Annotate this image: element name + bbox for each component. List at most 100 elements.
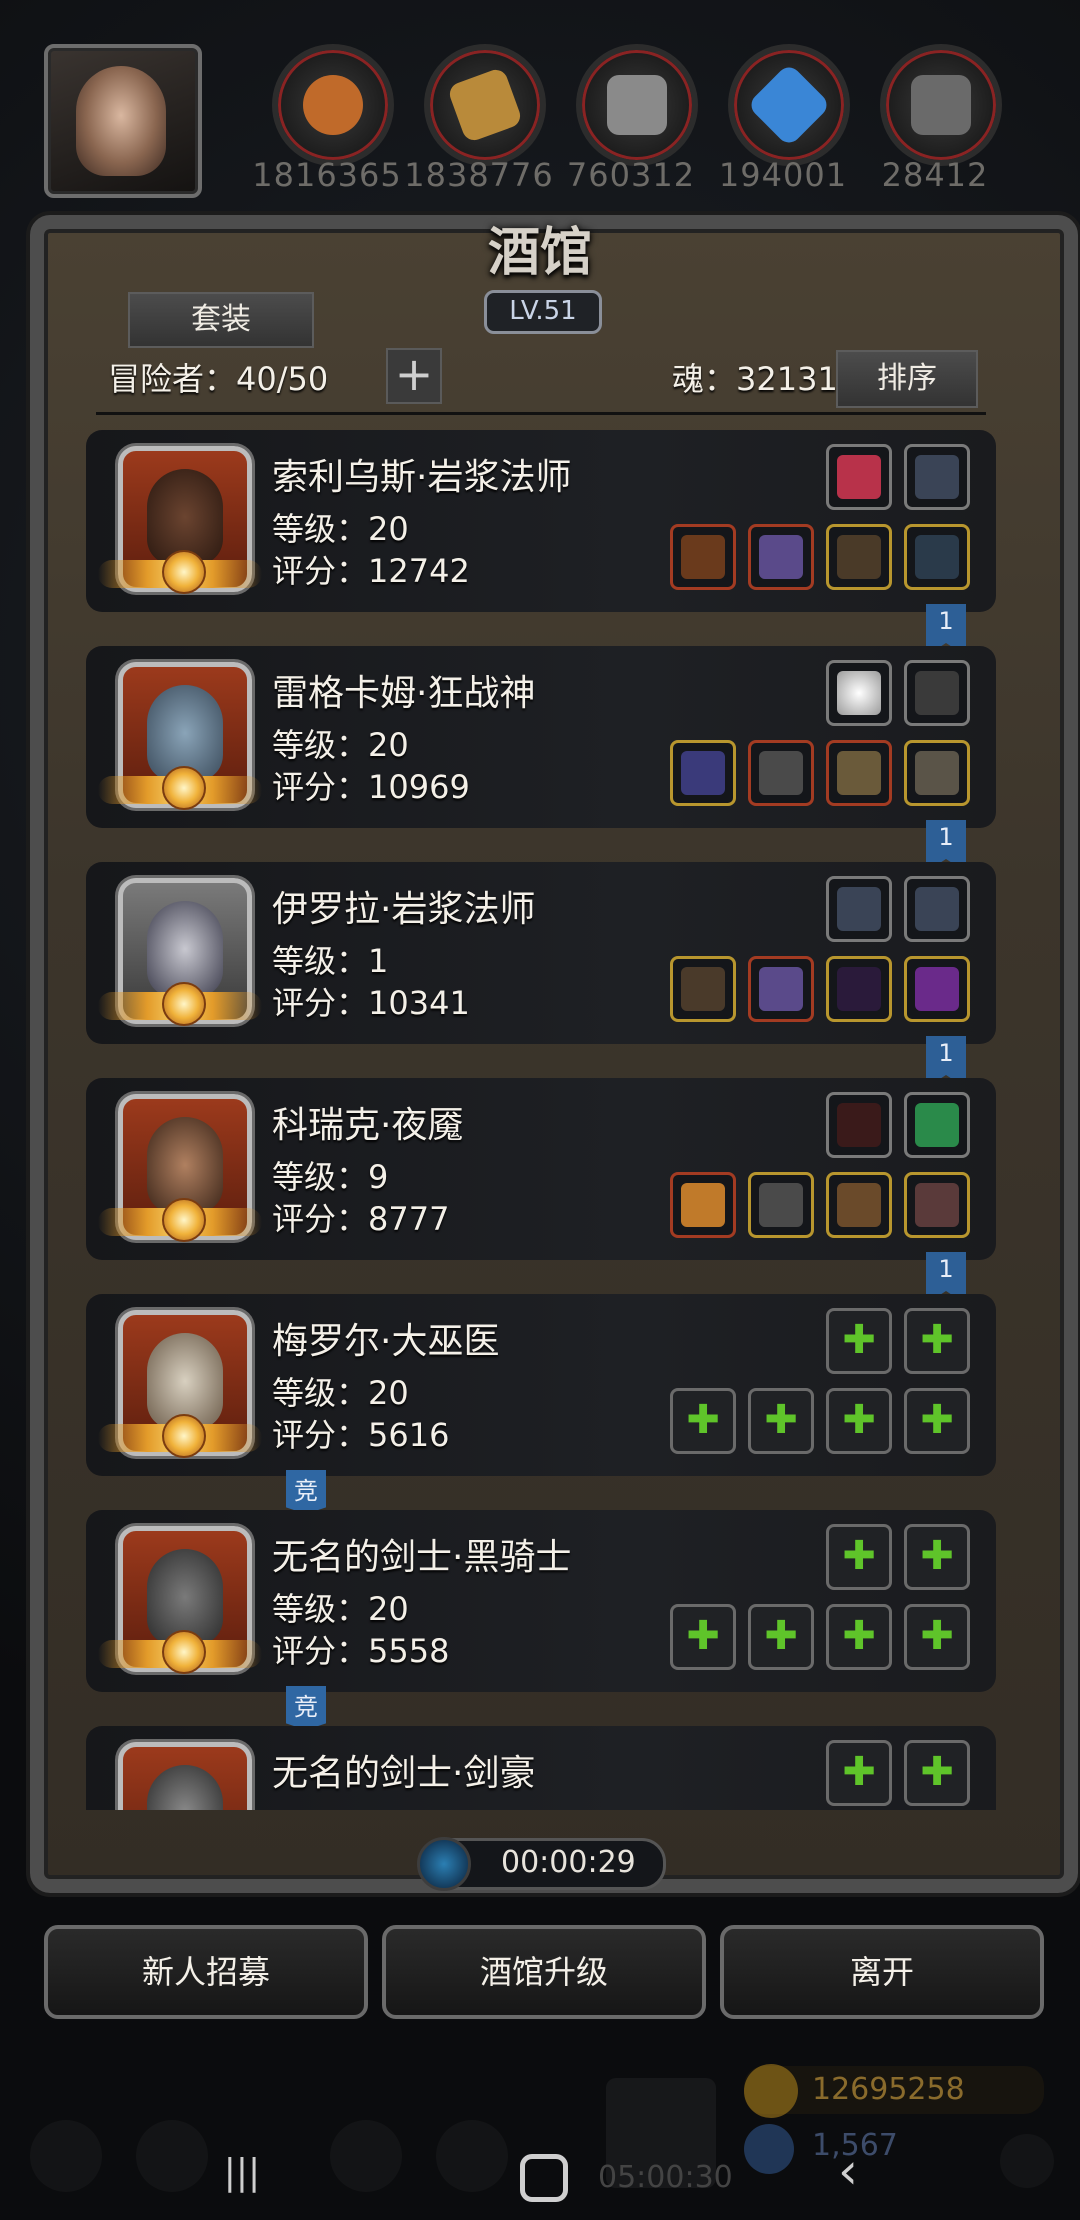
gold-coin-icon bbox=[744, 2064, 798, 2118]
gold-amount: 12695258 bbox=[812, 2072, 965, 2107]
hero-name: 科瑞克·夜魇 bbox=[272, 1105, 464, 1146]
hero-score: 评分：10969 bbox=[272, 768, 470, 806]
pearl-icon[interactable] bbox=[826, 660, 892, 726]
empty-accessory-slot[interactable]: ✚ bbox=[904, 1524, 970, 1590]
hero-level: 等级：1 bbox=[272, 942, 389, 980]
scepter-icon[interactable] bbox=[670, 956, 736, 1022]
soul-count: 魂：32131 bbox=[672, 354, 838, 400]
empty-accessory-slot[interactable]: ✚ bbox=[826, 1740, 892, 1806]
empty-gear-slot[interactable]: ✚ bbox=[904, 1604, 970, 1670]
empty-armor-slot[interactable]: ✚ bbox=[748, 1604, 814, 1670]
coral-charm-icon[interactable] bbox=[826, 444, 892, 510]
hero-level: 等级：20 bbox=[272, 1374, 409, 1412]
adventurer-label: 冒险者： bbox=[108, 360, 237, 398]
crystal-icon[interactable] bbox=[728, 44, 850, 166]
meat-icon[interactable] bbox=[272, 44, 394, 166]
leave-button[interactable]: 离开 bbox=[720, 1925, 1044, 2019]
hero-card[interactable]: 梅罗尔·大巫医 等级：20 评分：5616 ✚ ✚ ✚ ✚ ✚ ✚ bbox=[86, 1294, 996, 1476]
emerald-icon[interactable] bbox=[904, 1092, 970, 1158]
gauntlet-icon[interactable] bbox=[904, 740, 970, 806]
add-slot-button[interactable]: + bbox=[386, 348, 442, 404]
empty-gear-slot[interactable]: ✚ bbox=[826, 1388, 892, 1454]
hero-class-emblem bbox=[162, 1198, 206, 1242]
armor-icon[interactable] bbox=[748, 956, 814, 1022]
hero-name: 梅罗尔·大巫医 bbox=[272, 1321, 500, 1362]
hero-card[interactable]: 雷格卡姆·狂战神 等级：20 评分：10969 bbox=[86, 646, 996, 828]
chestplate-icon[interactable] bbox=[748, 740, 814, 806]
staff-icon[interactable] bbox=[670, 524, 736, 590]
mask-icon[interactable] bbox=[826, 1172, 892, 1238]
hero-score: 评分：5616 bbox=[272, 1416, 450, 1454]
hero-score: 评分：10341 bbox=[272, 984, 470, 1022]
wood-icon[interactable] bbox=[424, 44, 546, 166]
hero-class-emblem bbox=[162, 1630, 206, 1674]
soul-value: 32131 bbox=[736, 360, 838, 398]
hero-score: 评分：12742 bbox=[272, 552, 470, 590]
wood-value: 1838776 bbox=[404, 156, 554, 194]
hero-name: 雷格卡姆·狂战神 bbox=[272, 673, 536, 714]
crystal-value: 194001 bbox=[718, 156, 848, 194]
hero-portrait bbox=[118, 1742, 252, 1810]
adventurer-count: 冒险者：40/50 bbox=[108, 354, 328, 400]
hero-name: 伊罗拉·岩浆法师 bbox=[272, 889, 536, 930]
empty-gear-slot[interactable]: ✚ bbox=[904, 1388, 970, 1454]
axe-icon[interactable] bbox=[670, 740, 736, 806]
empty-accessory-slot[interactable]: ✚ bbox=[904, 1740, 970, 1806]
amulet-icon[interactable] bbox=[904, 660, 970, 726]
armor-icon[interactable] bbox=[748, 524, 814, 590]
cloak-icon[interactable] bbox=[826, 524, 892, 590]
robe-icon[interactable] bbox=[904, 1172, 970, 1238]
necklace-icon[interactable] bbox=[904, 444, 970, 510]
hero-class-emblem bbox=[162, 766, 206, 810]
empty-accessory-slot[interactable]: ✚ bbox=[904, 1308, 970, 1374]
hero-class-emblem bbox=[162, 1414, 206, 1458]
shield-icon[interactable] bbox=[826, 740, 892, 806]
hero-class-emblem bbox=[162, 982, 206, 1026]
player-avatar[interactable] bbox=[44, 44, 202, 198]
arena-tag: 竞 bbox=[286, 1470, 326, 1514]
necklace-icon[interactable] bbox=[904, 876, 970, 942]
ore-icon[interactable] bbox=[880, 44, 1002, 166]
hero-name: 无名的剑士·黑骑士 bbox=[272, 1537, 572, 1578]
orb-icon[interactable] bbox=[904, 956, 970, 1022]
necklace-icon[interactable] bbox=[826, 876, 892, 942]
hero-card[interactable]: 伊罗拉·岩浆法师 等级：1 评分：10341 bbox=[86, 862, 996, 1044]
empty-weapon-slot[interactable]: ✚ bbox=[670, 1604, 736, 1670]
hero-score: 评分：5558 bbox=[272, 1632, 450, 1670]
empty-armor-slot[interactable]: ✚ bbox=[748, 1388, 814, 1454]
dagger-icon[interactable] bbox=[670, 1172, 736, 1238]
sort-button[interactable]: 排序 bbox=[836, 350, 978, 408]
avatar-portrait bbox=[76, 66, 166, 176]
tavern-level-badge: LV.51 bbox=[484, 290, 602, 334]
arena-tag: 竞 bbox=[286, 1686, 326, 1730]
empty-accessory-slot[interactable]: ✚ bbox=[826, 1524, 892, 1590]
hero-level: 等级：20 bbox=[272, 510, 409, 548]
helmet-icon[interactable] bbox=[748, 1172, 814, 1238]
tome-icon[interactable] bbox=[904, 524, 970, 590]
header-divider bbox=[96, 412, 986, 415]
recent-apps-icon[interactable]: ||| bbox=[222, 2155, 262, 2191]
back-icon[interactable]: ‹ bbox=[828, 2146, 868, 2196]
wand-icon[interactable] bbox=[826, 956, 892, 1022]
empty-accessory-slot[interactable]: ✚ bbox=[826, 1308, 892, 1374]
iron-icon[interactable] bbox=[576, 44, 698, 166]
hero-level: 等级：20 bbox=[272, 726, 409, 764]
hero-card[interactable]: 无名的剑士·剑豪 ✚ ✚ bbox=[86, 1726, 996, 1810]
timer-text: 00:00:29 bbox=[501, 1845, 636, 1880]
hero-name: 索利乌斯·岩浆法师 bbox=[272, 457, 572, 498]
iron-value: 760312 bbox=[566, 156, 696, 194]
recruit-button[interactable]: 新人招募 bbox=[44, 1925, 368, 2019]
home-icon[interactable] bbox=[520, 2154, 568, 2202]
meat-value: 1816365 bbox=[252, 156, 402, 194]
set-button[interactable]: 套装 bbox=[128, 292, 314, 348]
tavern-upgrade-button[interactable]: 酒馆升级 bbox=[382, 1925, 706, 2019]
scythe-icon[interactable] bbox=[826, 1092, 892, 1158]
empty-weapon-slot[interactable]: ✚ bbox=[670, 1388, 736, 1454]
hero-card[interactable]: 索利乌斯·岩浆法师 等级：20 评分：12742 bbox=[86, 430, 996, 612]
timer-icon bbox=[417, 1837, 471, 1891]
hero-card[interactable]: 无名的剑士·黑骑士 等级：20 评分：5558 ✚ ✚ ✚ ✚ ✚ ✚ bbox=[86, 1510, 996, 1692]
hero-card[interactable]: 科瑞克·夜魇 等级：9 评分：8777 bbox=[86, 1078, 996, 1260]
empty-gear-slot[interactable]: ✚ bbox=[826, 1604, 892, 1670]
hero-level: 等级：20 bbox=[272, 1590, 409, 1628]
hero-list[interactable]: 索利乌斯·岩浆法师 等级：20 评分：12742 1 雷格卡姆·狂战神 等级：2… bbox=[86, 430, 996, 1810]
